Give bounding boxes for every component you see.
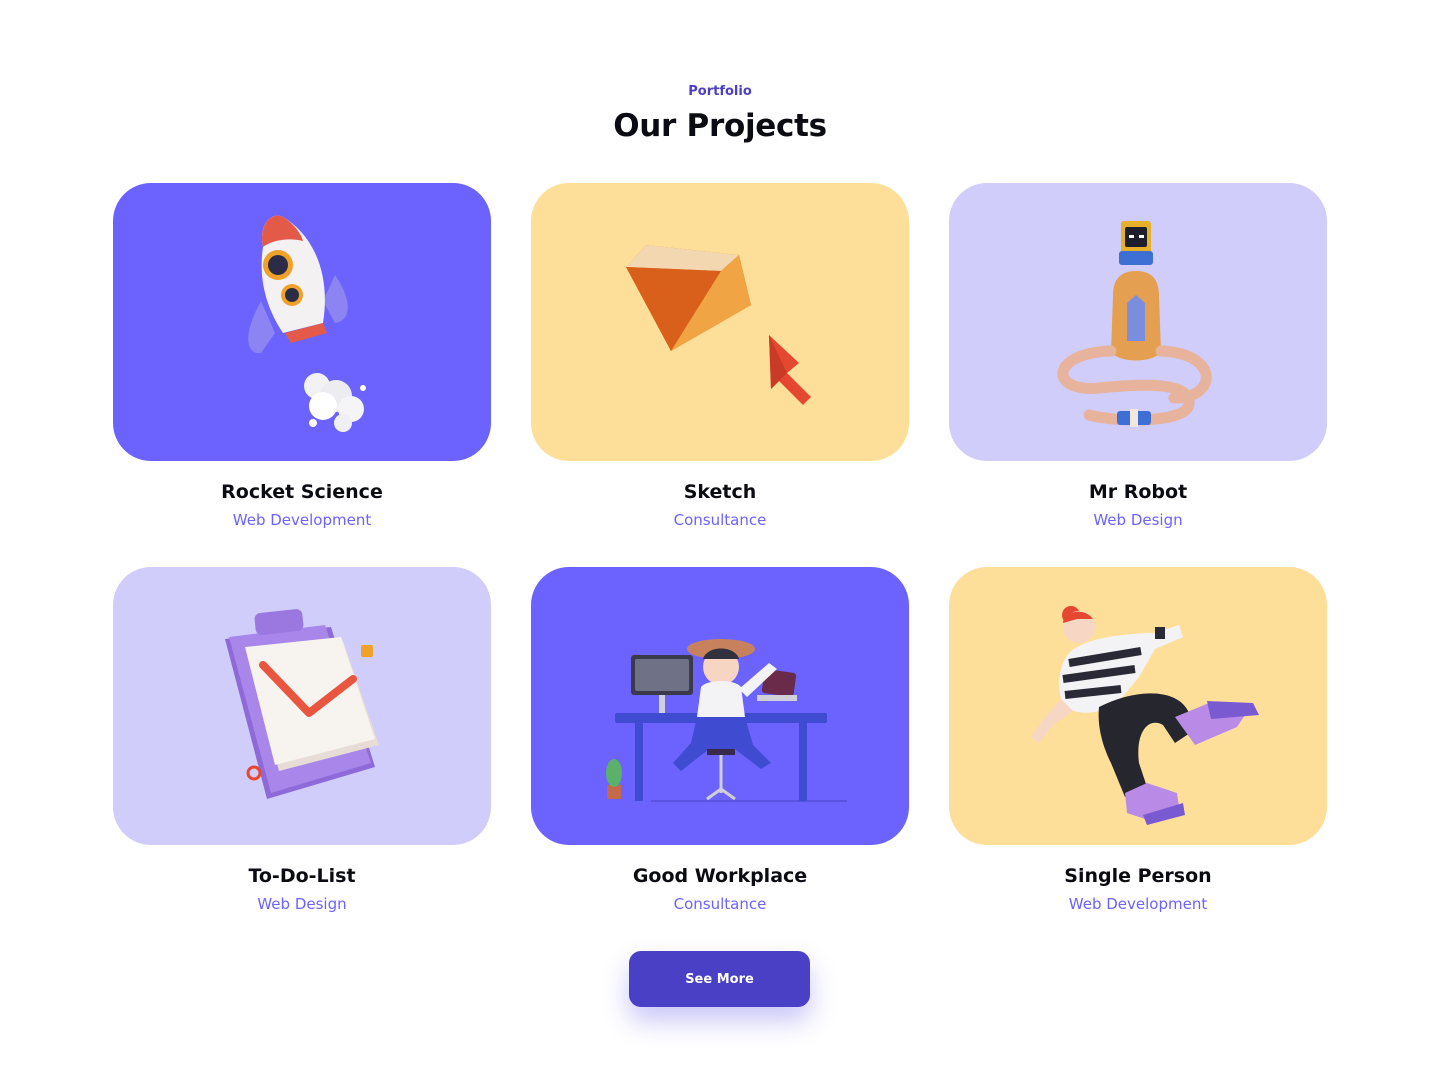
person-icon — [1031, 606, 1259, 825]
project-thumbnail[interactable] — [113, 183, 491, 461]
project-card-sketch[interactable]: Sketch Consultance — [531, 183, 909, 529]
project-thumbnail[interactable] — [113, 567, 491, 845]
robot-icon — [1057, 221, 1212, 427]
project-name[interactable]: To-Do-List — [113, 865, 491, 887]
project-name[interactable]: Single Person — [949, 865, 1327, 887]
see-more-button[interactable]: See More — [629, 951, 810, 1007]
project-thumbnail[interactable] — [949, 183, 1327, 461]
project-card-rocket-science[interactable]: Rocket Science Web Development — [113, 183, 491, 529]
project-thumbnail[interactable] — [531, 183, 909, 461]
project-name[interactable]: Rocket Science — [113, 481, 491, 503]
project-card-mr-robot[interactable]: Mr Robot Web Design — [949, 183, 1327, 529]
project-category: Web Development — [232, 511, 372, 529]
project-category: Web Design — [257, 895, 347, 913]
project-card-good-workplace[interactable]: Good Workplace Consultance — [531, 567, 909, 913]
clipboard-icon — [225, 609, 379, 799]
project-name[interactable]: Sketch — [531, 481, 909, 503]
project-category: Consultance — [673, 511, 767, 529]
section-title: Our Projects — [613, 108, 827, 144]
workplace-icon — [606, 639, 847, 802]
project-card-to-do-list[interactable]: To-Do-List Web Design — [113, 567, 491, 913]
project-thumbnail[interactable] — [949, 567, 1327, 845]
section-eyebrow: Portfolio — [688, 84, 752, 99]
rocket-icon — [248, 215, 366, 432]
portfolio-section: Portfolio Our Projects Rocket Science We… — [0, 0, 1440, 1088]
project-thumbnail[interactable] — [531, 567, 909, 845]
project-name[interactable]: Mr Robot — [949, 481, 1327, 503]
project-card-single-person[interactable]: Single Person Web Development — [949, 567, 1327, 913]
diamond-icon — [626, 245, 811, 405]
project-category: Web Development — [1068, 895, 1208, 913]
project-category: Consultance — [673, 895, 767, 913]
project-category: Web Design — [1093, 511, 1183, 529]
project-name[interactable]: Good Workplace — [531, 865, 909, 887]
